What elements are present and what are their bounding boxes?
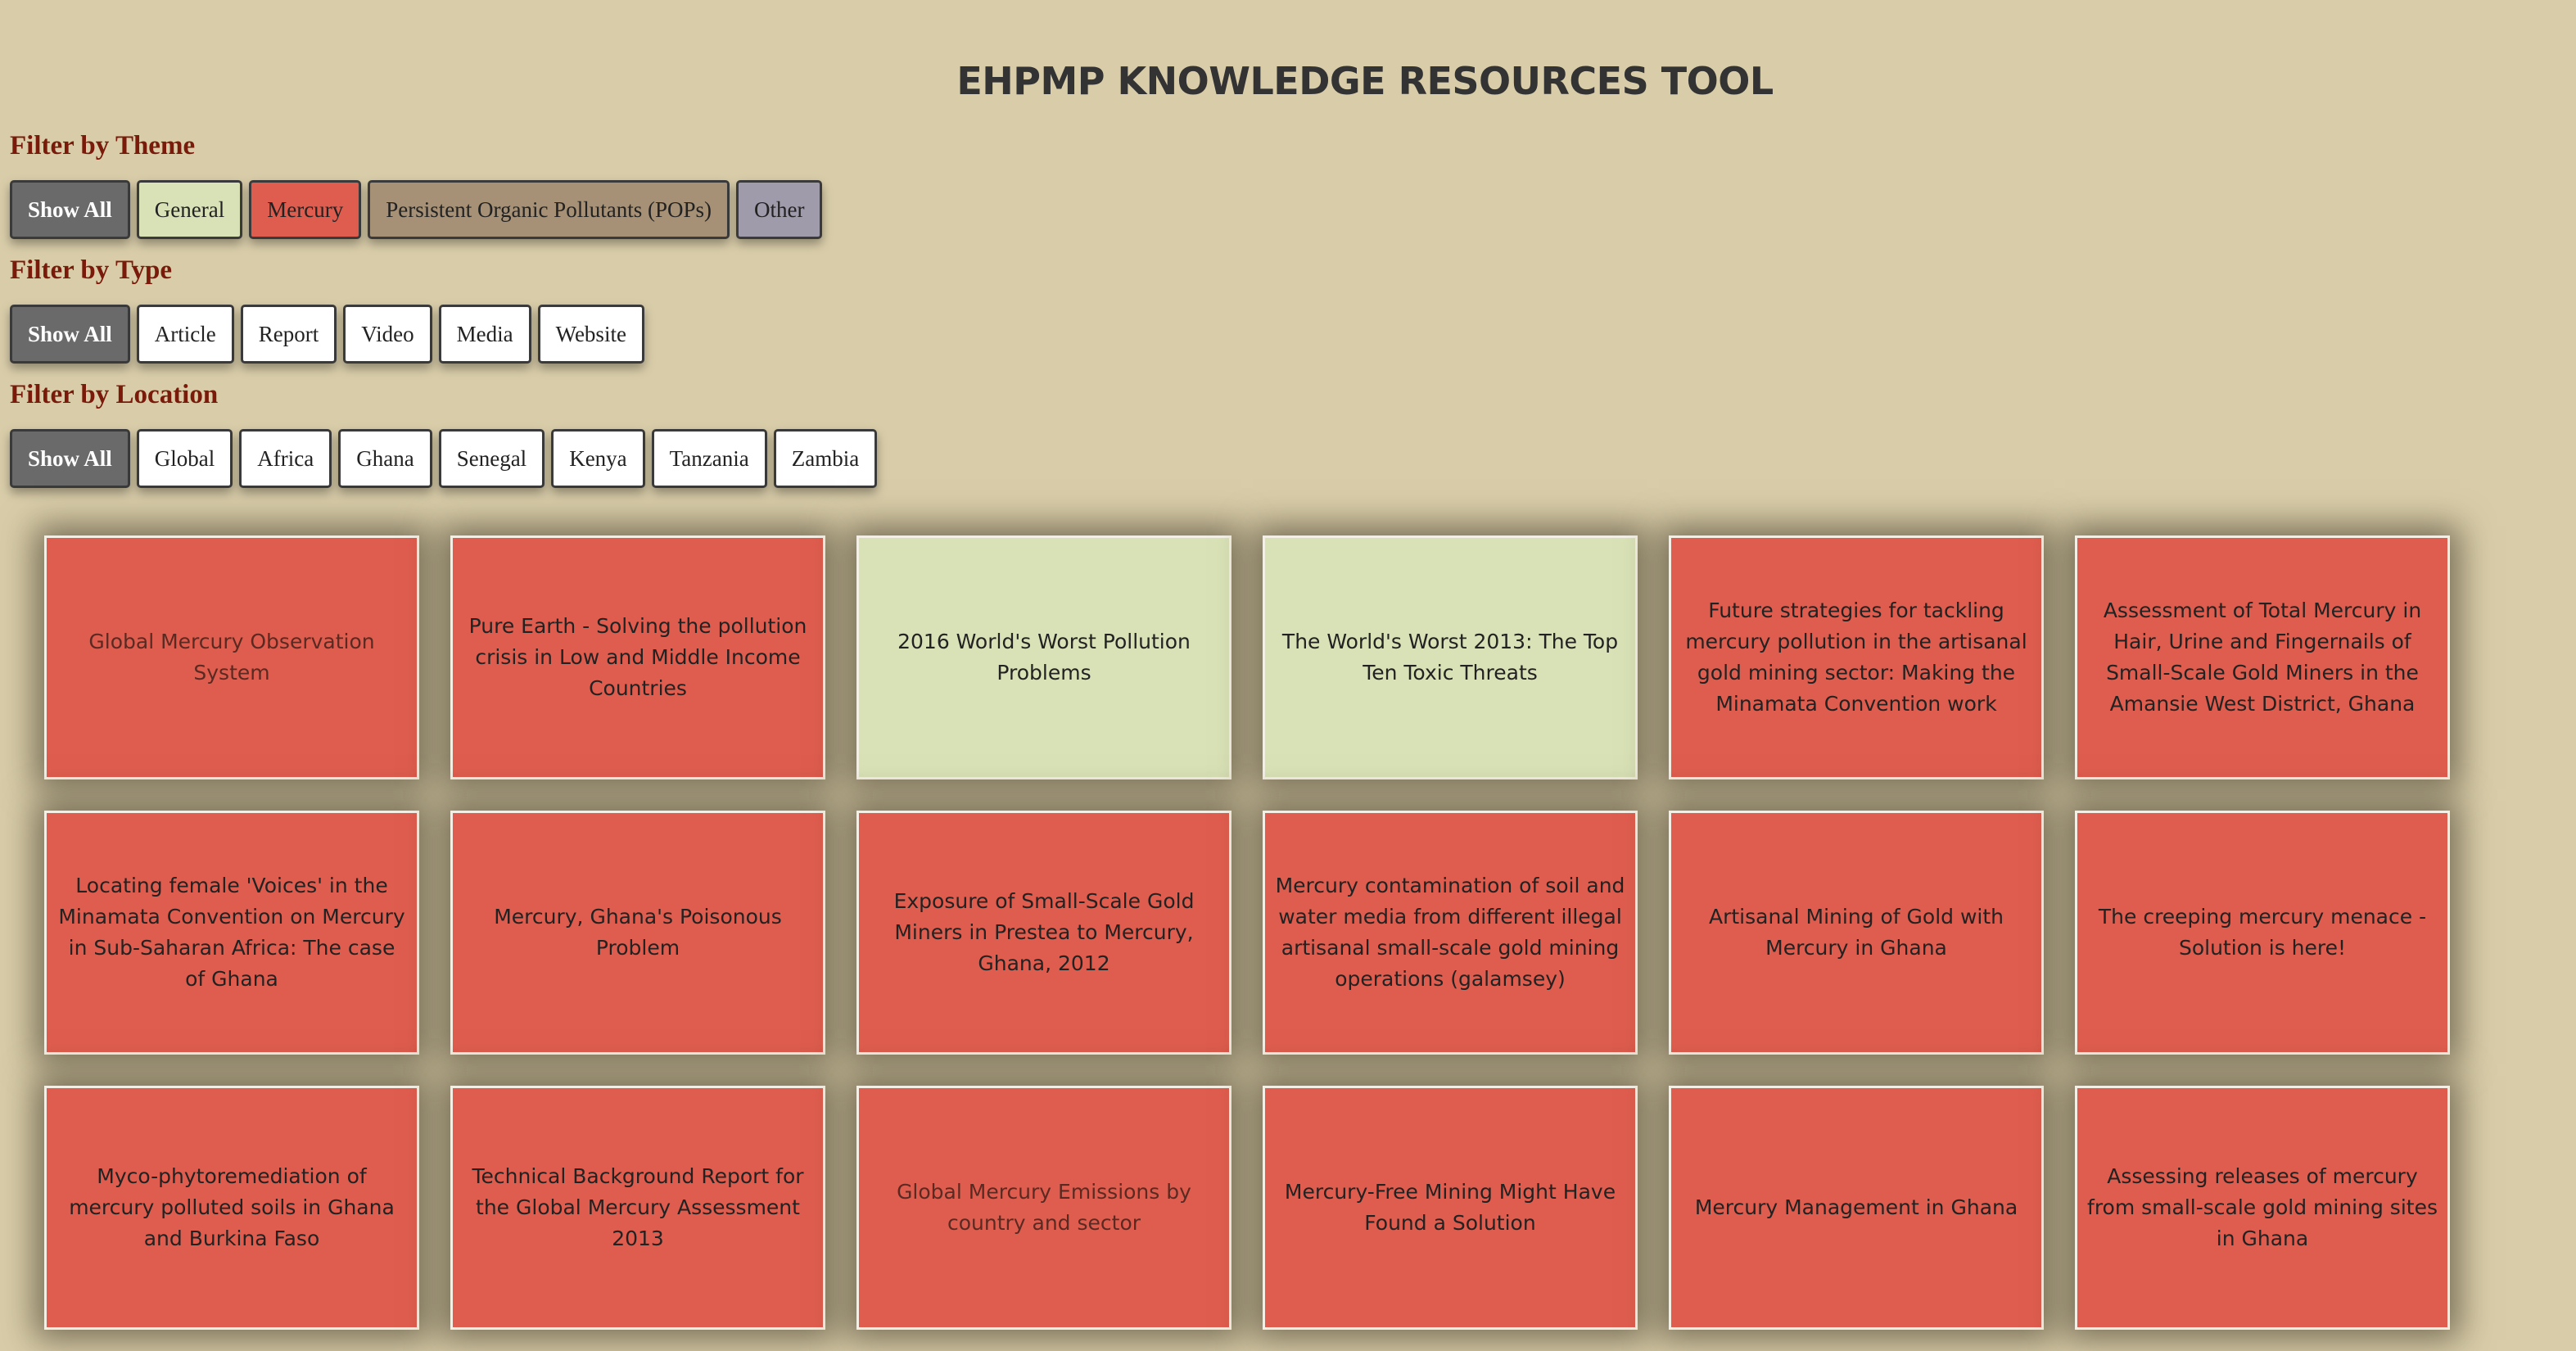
theme-filter-buttons: Show All General Mercury Persistent Orga… bbox=[10, 180, 823, 239]
type-media-button[interactable]: Media bbox=[438, 305, 531, 364]
location-filter-buttons: Show All Global Africa Ghana Senegal Ken… bbox=[10, 429, 878, 488]
resource-card[interactable]: Assessment of Total Mercury in Hair, Uri… bbox=[2075, 535, 2450, 779]
location-filter-label: Filter by Location bbox=[10, 380, 219, 409]
location-senegal-button[interactable]: Senegal bbox=[438, 429, 545, 488]
resource-card[interactable]: Pure Earth - Solving the pollution crisi… bbox=[450, 535, 825, 779]
theme-pops-button[interactable]: Persistent Organic Pollutants (POPs) bbox=[368, 180, 730, 239]
type-website-button[interactable]: Website bbox=[537, 305, 644, 364]
resource-card[interactable]: 2016 World's Worst Pollution Problems bbox=[856, 535, 1232, 779]
type-report-button[interactable]: Report bbox=[240, 305, 337, 364]
location-tanzania-button[interactable]: Tanzania bbox=[651, 429, 767, 488]
type-video-button[interactable]: Video bbox=[343, 305, 432, 364]
resource-card[interactable]: Future strategies for tackling mercury p… bbox=[1669, 535, 2044, 779]
theme-other-button[interactable]: Other bbox=[735, 180, 823, 239]
location-kenya-button[interactable]: Kenya bbox=[551, 429, 645, 488]
location-show-all-button[interactable]: Show All bbox=[10, 429, 130, 488]
location-africa-button[interactable]: Africa bbox=[239, 429, 332, 488]
theme-show-all-button[interactable]: Show All bbox=[10, 180, 130, 239]
resource-card[interactable]: Mercury, Ghana's Poisonous Problem bbox=[450, 811, 825, 1055]
resource-card[interactable]: Mercury contamination of soil and water … bbox=[1263, 811, 1638, 1055]
resource-card[interactable]: Global Mercury Observation System bbox=[44, 535, 419, 779]
resource-card[interactable]: Artisanal Mining of Gold with Mercury in… bbox=[1669, 811, 2044, 1055]
resource-card[interactable]: Mercury-Free Mining Might Have Found a S… bbox=[1263, 1086, 1638, 1330]
location-zambia-button[interactable]: Zambia bbox=[773, 429, 878, 488]
resource-card[interactable]: Assessing releases of mercury from small… bbox=[2075, 1086, 2450, 1330]
type-show-all-button[interactable]: Show All bbox=[10, 305, 130, 364]
resource-card[interactable]: The creeping mercury menace - Solution i… bbox=[2075, 811, 2450, 1055]
location-global-button[interactable]: Global bbox=[136, 429, 233, 488]
theme-general-button[interactable]: General bbox=[136, 180, 243, 239]
resource-card[interactable]: Exposure of Small-Scale Gold Miners in P… bbox=[856, 811, 1232, 1055]
theme-filter-label: Filter by Theme bbox=[10, 131, 196, 160]
resource-card[interactable]: Myco-phytoremediation of mercury pollute… bbox=[44, 1086, 419, 1330]
page-title: EHPMP KNOWLEDGE RESOURCES TOOL bbox=[956, 59, 1774, 103]
resource-grid: Global Mercury Observation System Pure E… bbox=[44, 535, 2450, 1330]
type-filter-label: Filter by Type bbox=[10, 255, 172, 285]
resource-card[interactable]: Technical Background Report for the Glob… bbox=[450, 1086, 825, 1330]
resource-card[interactable]: Locating female 'Voices' in the Minamata… bbox=[44, 811, 419, 1055]
resource-card[interactable]: Global Mercury Emissions by country and … bbox=[856, 1086, 1232, 1330]
location-ghana-button[interactable]: Ghana bbox=[338, 429, 432, 488]
type-article-button[interactable]: Article bbox=[136, 305, 234, 364]
type-filter-buttons: Show All Article Report Video Media Webs… bbox=[10, 305, 644, 364]
theme-mercury-button[interactable]: Mercury bbox=[249, 180, 362, 239]
resource-card[interactable]: Mercury Management in Ghana bbox=[1669, 1086, 2044, 1330]
resource-card[interactable]: The World's Worst 2013: The Top Ten Toxi… bbox=[1263, 535, 1638, 779]
